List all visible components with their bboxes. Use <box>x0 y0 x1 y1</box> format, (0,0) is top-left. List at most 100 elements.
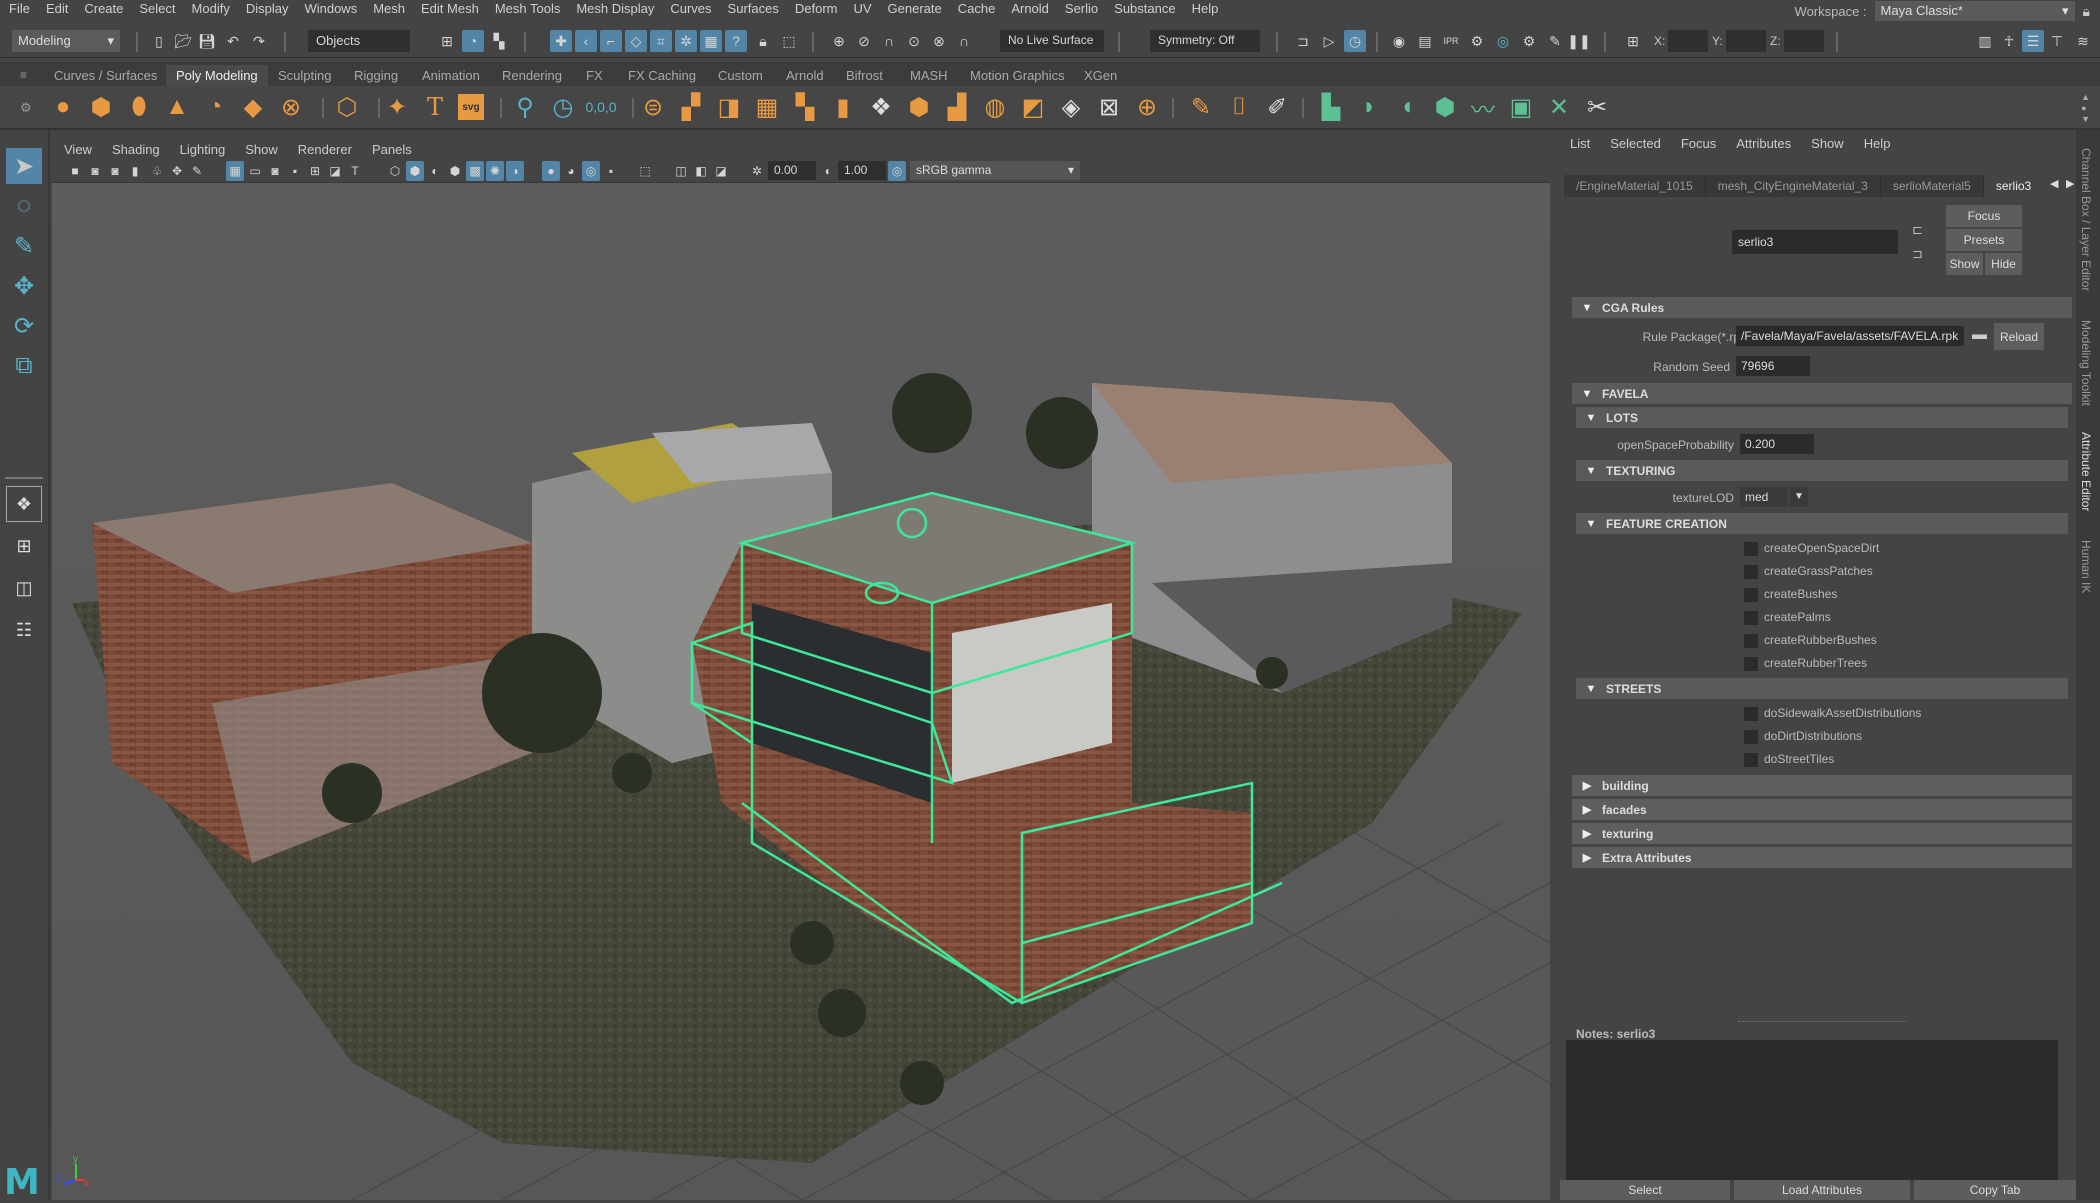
camera-bookmark-icon[interactable]: ◙ <box>106 161 124 181</box>
workspace-dropdown[interactable]: Maya Classic* ▾ <box>1874 1 2075 21</box>
attribute-editor-icon[interactable]: ☰ <box>2022 30 2044 52</box>
menu-mesh-tools[interactable]: Mesh Tools <box>486 1 561 16</box>
ipr-render-icon[interactable]: IPR <box>1440 30 1462 52</box>
tab-scroll-right-icon[interactable]: ▶ <box>2066 177 2074 190</box>
snap-point-icon[interactable]: ∩ <box>878 30 900 52</box>
modeling-toolkit-icon[interactable]: ▥ <box>1974 30 1996 52</box>
uv-unfold-icon[interactable]: ✂︎ <box>1582 92 1612 122</box>
transform-mode-icon[interactable]: ⊞ <box>1622 30 1644 52</box>
lasso-tool-icon[interactable]: ◌ <box>6 188 42 224</box>
viewport-menu-view[interactable]: View <box>64 142 92 157</box>
smooth-icon[interactable]: ▦ <box>752 92 782 122</box>
shelf-tab-fx-caching[interactable]: FX Caching <box>628 65 696 86</box>
target-weld-icon[interactable]: ⊠ <box>1094 92 1124 122</box>
frame-extra-attributes[interactable]: ▶ Extra Attributes <box>1572 847 2072 868</box>
image-plane-icon[interactable]: ♧ <box>148 161 166 181</box>
type-tool-icon[interactable]: T <box>420 92 450 122</box>
create-palms-checkbox[interactable] <box>1744 611 1758 625</box>
paint-select-tool-icon[interactable]: ✎ <box>6 228 42 264</box>
uv-automatic-icon[interactable]: ⬢ <box>1430 92 1460 122</box>
create-rubber-bushes-checkbox[interactable] <box>1744 634 1758 648</box>
tool-settings-icon[interactable]: ⊤ <box>2046 30 2068 52</box>
wireframe-icon[interactable]: ⬡ <box>386 161 404 181</box>
select-button[interactable]: Select <box>1560 1180 1730 1200</box>
viewport-menu-renderer[interactable]: Renderer <box>298 142 352 157</box>
bevel-icon[interactable]: ⬢ <box>904 92 934 122</box>
save-scene-icon[interactable]: 💾︎ <box>196 30 218 52</box>
chevron-down-icon[interactable]: ▼ <box>1790 487 1808 507</box>
render-frame-icon[interactable]: ▤ <box>1414 30 1436 52</box>
wireframe-on-shaded-icon[interactable]: ⬢ <box>446 161 464 181</box>
mirror-icon[interactable]: ◨ <box>714 92 744 122</box>
shelf-tab-custom[interactable]: Custom <box>718 65 763 86</box>
exposure-icon[interactable]: ✲ <box>748 161 766 181</box>
smooth-shade-icon[interactable]: ⬢ <box>406 161 424 181</box>
viewport-menu-lighting[interactable]: Lighting <box>180 142 226 157</box>
frame-facades[interactable]: ▶ facades <box>1572 799 2072 820</box>
uv-planar-icon[interactable]: ▙ <box>1316 92 1346 122</box>
presets-button[interactable]: Presets <box>1946 229 2022 251</box>
shelf-tab-curves-surfaces[interactable]: Curves / Surfaces <box>54 65 157 86</box>
scale-tool-icon[interactable]: ⧉ <box>6 348 42 384</box>
snap-live-icon[interactable]: ⊗ <box>928 30 950 52</box>
combine-icon[interactable]: ⊜ <box>638 92 668 122</box>
menu-generate[interactable]: Generate <box>879 1 942 16</box>
frame-lots[interactable]: ▼ LOTS <box>1576 407 2068 428</box>
shelf-tab-rendering[interactable]: Rendering <box>502 65 562 86</box>
xray-active-icon[interactable]: ◧ <box>692 161 710 181</box>
human-ik-icon[interactable]: ☥ <box>1998 30 2020 52</box>
copy-tab-button[interactable]: Copy Tab <box>1914 1180 2076 1200</box>
render-settings-icon[interactable]: ⚙︎ <box>1466 30 1488 52</box>
node-tab-active[interactable]: serlio3 <box>1983 175 2036 197</box>
menu-serlio[interactable]: Serlio <box>1056 1 1098 16</box>
poly-disc-icon[interactable]: ⊗ <box>276 92 306 122</box>
poly-torus-icon[interactable]: ◔ <box>200 92 230 122</box>
node-name-field[interactable]: serlio3 <box>1732 230 1898 254</box>
focus-button[interactable]: Focus <box>1946 205 2022 227</box>
load-attributes-button[interactable]: Load Attributes <box>1734 1180 1910 1200</box>
color-management-icon[interactable]: ◎ <box>888 161 906 181</box>
construction-history-icon[interactable]: ◷ <box>1344 30 1366 52</box>
rule-package-field[interactable]: /Favela/Maya/Favela/assets/FAVELA.rpk <box>1736 326 1964 346</box>
poly-cube-icon[interactable]: ⬢ <box>86 92 116 122</box>
uv-cut-sew-icon[interactable]: ✕ <box>1544 92 1574 122</box>
quad-draw-icon[interactable]: ✎ <box>1186 92 1216 122</box>
isolate-select-icon[interactable]: ⬚ <box>636 161 654 181</box>
two-view-layout-icon[interactable]: ◫ <box>6 570 42 606</box>
screen-space-ao-icon[interactable]: ● <box>542 161 560 181</box>
uv-cylindrical-icon[interactable]: ◗ <box>1354 92 1384 122</box>
viewport-menu-show[interactable]: Show <box>245 142 278 157</box>
light-editor-icon[interactable]: ✎ <box>1544 30 1566 52</box>
shelf-scroll-icon[interactable]: ▲ ● ▼ <box>2081 92 2090 125</box>
render-view-icon[interactable]: ◉ <box>1388 30 1410 52</box>
multi-cut-icon[interactable]: ◈ <box>1056 92 1086 122</box>
history-icon[interactable]: ◷ <box>548 92 578 122</box>
frame-favela[interactable]: ▼ FAVELA <box>1572 383 2072 404</box>
frame-texturing[interactable]: ▼ TEXTURING <box>1576 460 2068 481</box>
create-bushes-checkbox[interactable] <box>1744 588 1758 602</box>
shelf-tab-arnold[interactable]: Arnold <box>786 65 824 86</box>
gamma-icon[interactable]: ◖ <box>818 161 836 181</box>
do-sidewalk-asset-distributions-checkbox[interactable] <box>1744 707 1758 721</box>
exposure-field[interactable]: 0.00 <box>768 161 816 180</box>
shelf-tab-sculpting[interactable]: Sculpting <box>278 65 331 86</box>
textured-icon[interactable]: ▩ <box>466 161 484 181</box>
menu-curves[interactable]: Curves <box>661 1 711 16</box>
select-by-component-icon[interactable]: ▚ <box>488 30 510 52</box>
x-field[interactable] <box>1668 30 1708 52</box>
depth-of-field-icon[interactable]: ▪ <box>602 161 620 181</box>
reduce-icon[interactable]: ▚ <box>790 92 820 122</box>
select-by-hierarchy-icon[interactable]: ⊞ <box>436 30 458 52</box>
single-perspective-view-icon[interactable]: ❖ <box>6 486 42 522</box>
highlight-selection-icon[interactable]: ⬚ <box>778 30 800 52</box>
notes-textarea[interactable] <box>1566 1040 2058 1180</box>
offset-edge-icon[interactable]: ✐ <box>1262 92 1292 122</box>
side-tab-attribute-editor[interactable]: Attribute Editor <box>2079 432 2093 511</box>
frame-streets[interactable]: ▼ STREETS <box>1576 678 2068 699</box>
viewport-menu-shading[interactable]: Shading <box>112 142 160 157</box>
reload-button[interactable]: Reload <box>1994 323 2044 350</box>
live-surface-field[interactable]: No Live Surface <box>1000 30 1104 52</box>
frame-cga-rules[interactable]: ▼ CGA Rules <box>1572 297 2072 318</box>
motion-blur-icon[interactable]: ◕ <box>562 161 580 181</box>
poly-plane-icon[interactable]: ◆ <box>238 92 268 122</box>
